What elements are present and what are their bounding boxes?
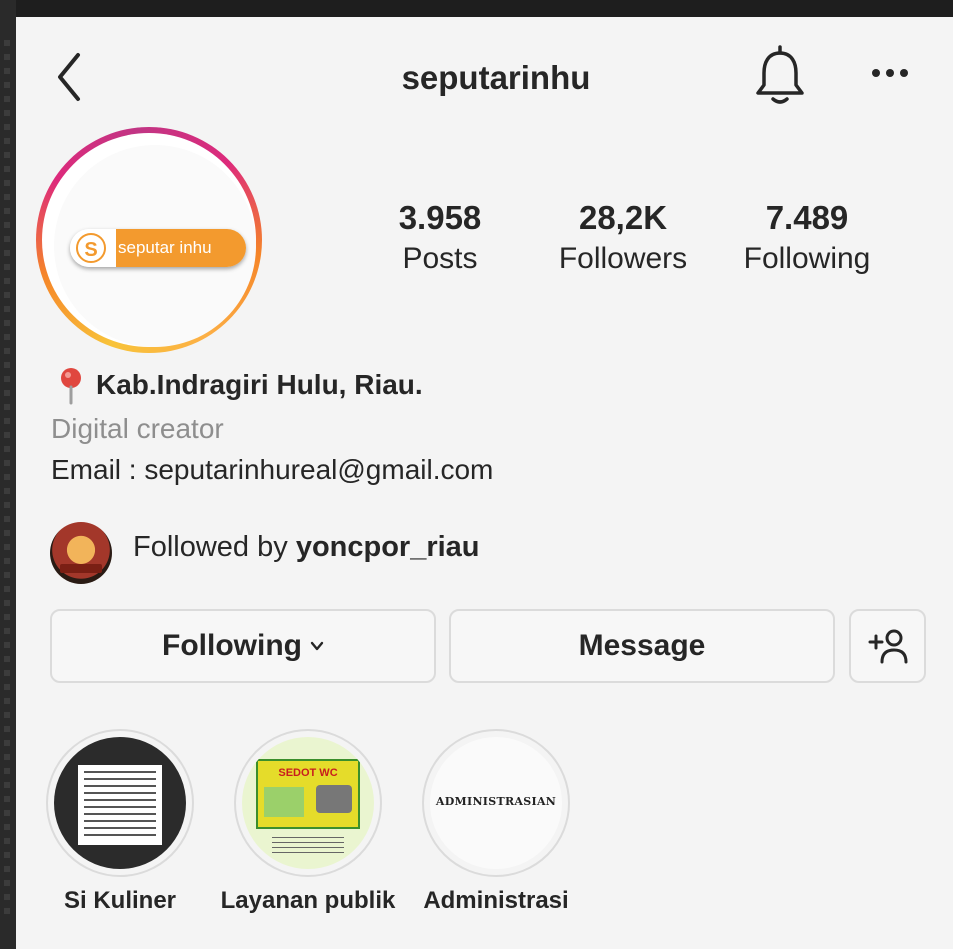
highlight-administrasi[interactable]: ADMINISTRASIAN xyxy=(422,729,570,877)
top-bar: seputarinhu xyxy=(16,17,953,127)
followed-by-user: yoncpor_riau xyxy=(295,531,480,563)
highlight-label: Si Kuliner xyxy=(63,887,177,914)
bio-category: Digital creator xyxy=(51,413,224,444)
following-stat[interactable]: 7.489 Following xyxy=(732,199,882,281)
chevron-left-icon xyxy=(58,53,80,101)
highlight-cover xyxy=(54,737,186,869)
more-options-button[interactable] xyxy=(868,61,912,85)
profile-avatar[interactable]: S seputar inhu xyxy=(36,127,262,353)
highlight-cover: SEDOT WC xyxy=(242,737,374,869)
highlight-label: Layanan publik xyxy=(220,887,396,914)
back-button[interactable] xyxy=(50,47,90,107)
posts-count: 3.958 xyxy=(398,199,482,236)
add-person-icon xyxy=(868,629,907,664)
followed-by-text[interactable]: Followed by yoncpor_riau xyxy=(133,531,480,564)
highlight-cover-text: ADMINISTRASIAN xyxy=(435,795,557,808)
photo-frame-left xyxy=(0,0,16,949)
message-button-label: Message xyxy=(578,629,706,662)
profile-username: seputarinhu xyxy=(401,59,591,96)
following-count: 7.489 xyxy=(765,199,849,236)
logo-text: seputar inhu xyxy=(118,238,212,257)
followers-label: Followers xyxy=(558,242,688,275)
highlight-layanan-publik[interactable]: SEDOT WC xyxy=(234,729,382,877)
brand-logo: S seputar inhu xyxy=(70,229,246,267)
more-horizontal-icon xyxy=(872,69,908,77)
posts-stat[interactable]: 3.958 Posts xyxy=(380,199,500,281)
profile-screen: seputarinhu S seputar inhu 3.958 Posts 2… xyxy=(16,17,953,949)
followers-count: 28,2K xyxy=(578,199,668,236)
following-button[interactable]: Following xyxy=(50,609,436,683)
bio-email[interactable]: Email : seputarinhureal@gmail.com xyxy=(51,454,493,486)
following-button-label: Following xyxy=(162,629,302,662)
bio-location: Kab.Indragiri Hulu, Riau. xyxy=(96,369,423,400)
highlight-si-kuliner[interactable] xyxy=(46,729,194,877)
highlight-cover: ADMINISTRASIAN xyxy=(430,737,562,869)
highlight-cover-title: SEDOT WC xyxy=(278,767,338,779)
highlight-label: Administrasi xyxy=(423,887,569,914)
truck-icon xyxy=(316,785,352,813)
message-button[interactable]: Message xyxy=(449,609,835,683)
bell-icon xyxy=(756,45,804,104)
followers-stat[interactable]: 28,2K Followers xyxy=(549,199,697,281)
posts-label: Posts xyxy=(402,242,478,275)
following-label: Following xyxy=(743,242,871,275)
add-person-button[interactable] xyxy=(849,609,926,683)
location-pin-icon xyxy=(61,368,81,405)
notifications-button[interactable] xyxy=(752,45,808,107)
follower-avatar[interactable] xyxy=(50,522,112,584)
photo-frame-top xyxy=(0,0,953,17)
chevron-down-icon xyxy=(310,641,324,651)
logo-mark-icon: S xyxy=(76,233,106,263)
